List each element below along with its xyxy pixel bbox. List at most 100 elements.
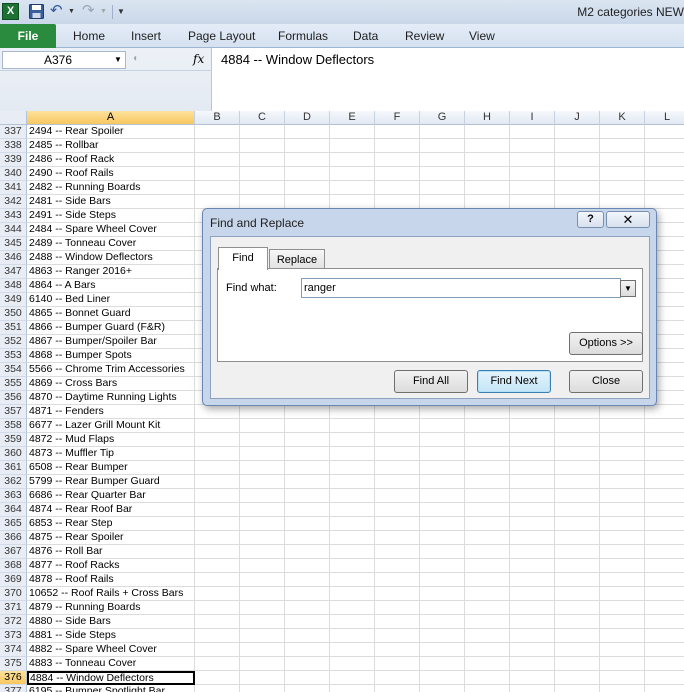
column-header-a[interactable]: A [27, 111, 195, 125]
row-header[interactable]: 341 [0, 181, 27, 195]
cell[interactable]: 4866 -- Bumper Guard (F&R) [27, 321, 195, 335]
cell[interactable]: 6853 -- Rear Step [27, 517, 195, 531]
cell[interactable]: 4865 -- Bonnet Guard [27, 307, 195, 321]
cell[interactable]: 2481 -- Side Bars [27, 195, 195, 209]
row-header[interactable]: 348 [0, 279, 27, 293]
column-header-f[interactable]: F [375, 111, 420, 125]
tab-page-layout[interactable]: Page Layout [188, 27, 255, 48]
row-header[interactable]: 350 [0, 307, 27, 321]
empty-cells[interactable] [195, 629, 684, 643]
empty-cells[interactable] [195, 461, 684, 475]
empty-cells[interactable] [195, 405, 684, 419]
cell[interactable]: 6508 -- Rear Bumper [27, 461, 195, 475]
row-header[interactable]: 374 [0, 643, 27, 657]
tab-data[interactable]: Data [353, 27, 378, 48]
row-header[interactable]: 354 [0, 363, 27, 377]
cell[interactable]: 5799 -- Rear Bumper Guard [27, 475, 195, 489]
row-header[interactable]: 361 [0, 461, 27, 475]
cell[interactable]: 4870 -- Daytime Running Lights [27, 391, 195, 405]
active-cell[interactable]: 4884 -- Window Deflectors [27, 671, 195, 685]
row-header[interactable]: 342 [0, 195, 27, 209]
row-header[interactable]: 355 [0, 377, 27, 391]
column-header-c[interactable]: C [240, 111, 285, 125]
tab-view[interactable]: View [469, 27, 495, 48]
cell[interactable]: 4883 -- Tonneau Cover [27, 657, 195, 671]
cell[interactable]: 5566 -- Chrome Trim Accessories [27, 363, 195, 377]
row-header[interactable]: 363 [0, 489, 27, 503]
name-box[interactable]: A376 [2, 51, 126, 69]
empty-cells[interactable] [195, 615, 684, 629]
empty-cells[interactable] [195, 475, 684, 489]
empty-cells[interactable] [195, 559, 684, 573]
row-header[interactable]: 344 [0, 223, 27, 237]
empty-cells[interactable] [195, 181, 684, 195]
empty-cells[interactable] [195, 671, 684, 685]
row-header[interactable]: 339 [0, 153, 27, 167]
row-header[interactable]: 360 [0, 447, 27, 461]
empty-cells[interactable] [195, 503, 684, 517]
tab-replace[interactable]: Replace [269, 249, 325, 269]
tab-review[interactable]: Review [405, 27, 444, 48]
row-header[interactable]: 375 [0, 657, 27, 671]
cell[interactable]: 2489 -- Tonneau Cover [27, 237, 195, 251]
tab-file[interactable]: File [0, 24, 56, 48]
row-header[interactable]: 376 [0, 671, 27, 685]
row-header[interactable]: 362 [0, 475, 27, 489]
column-header-l[interactable]: L [645, 111, 684, 125]
cell[interactable]: 6195 -- Bumper Spotlight Bar [27, 685, 195, 692]
cell[interactable]: 2486 -- Roof Rack [27, 153, 195, 167]
cell[interactable]: 4871 -- Fenders [27, 405, 195, 419]
cell[interactable]: 4878 -- Roof Rails [27, 573, 195, 587]
row-header[interactable]: 368 [0, 559, 27, 573]
cell[interactable]: 2494 -- Rear Spoiler [27, 125, 195, 139]
row-header[interactable]: 346 [0, 251, 27, 265]
options-button[interactable]: Options >> [569, 332, 643, 355]
empty-cells[interactable] [195, 545, 684, 559]
row-header[interactable]: 343 [0, 209, 27, 223]
empty-cells[interactable] [195, 517, 684, 531]
cell[interactable]: 4882 -- Spare Wheel Cover [27, 643, 195, 657]
column-header-i[interactable]: I [510, 111, 555, 125]
row-header[interactable]: 357 [0, 405, 27, 419]
empty-cells[interactable] [195, 195, 684, 209]
row-header[interactable]: 352 [0, 335, 27, 349]
row-header[interactable]: 356 [0, 391, 27, 405]
empty-cells[interactable] [195, 419, 684, 433]
redo-dropdown-icon[interactable]: ▼ [100, 3, 108, 20]
row-header[interactable]: 345 [0, 237, 27, 251]
cell[interactable]: 4876 -- Roll Bar [27, 545, 195, 559]
row-header[interactable]: 369 [0, 573, 27, 587]
empty-cells[interactable] [195, 601, 684, 615]
cell[interactable]: 6686 -- Rear Quarter Bar [27, 489, 195, 503]
close-button[interactable]: Close [569, 370, 643, 393]
cell[interactable]: 4868 -- Bumper Spots [27, 349, 195, 363]
find-all-button[interactable]: Find All [394, 370, 468, 393]
cell[interactable]: 2490 -- Roof Rails [27, 167, 195, 181]
resize-grip-icon[interactable]: ◖ [132, 53, 142, 67]
cell[interactable]: 4864 -- A Bars [27, 279, 195, 293]
row-header[interactable]: 349 [0, 293, 27, 307]
select-all-corner[interactable] [0, 111, 27, 125]
cell[interactable]: 6677 -- Lazer Grill Mount Kit [27, 419, 195, 433]
excel-app-icon[interactable]: X [2, 3, 19, 20]
row-header[interactable]: 364 [0, 503, 27, 517]
find-history-dropdown-icon[interactable]: ▼ [620, 280, 636, 297]
row-header[interactable]: 373 [0, 629, 27, 643]
empty-cells[interactable] [195, 531, 684, 545]
tab-insert[interactable]: Insert [131, 27, 161, 48]
row-header[interactable]: 371 [0, 601, 27, 615]
empty-cells[interactable] [195, 489, 684, 503]
column-header-k[interactable]: K [600, 111, 645, 125]
cell[interactable]: 4863 -- Ranger 2016+ [27, 265, 195, 279]
column-header-h[interactable]: H [465, 111, 510, 125]
empty-cells[interactable] [195, 643, 684, 657]
formula-input[interactable]: 4884 -- Window Deflectors [221, 52, 374, 67]
empty-cells[interactable] [195, 153, 684, 167]
column-header-d[interactable]: D [285, 111, 330, 125]
row-header[interactable]: 370 [0, 587, 27, 601]
row-header[interactable]: 347 [0, 265, 27, 279]
empty-cells[interactable] [195, 433, 684, 447]
row-header[interactable]: 372 [0, 615, 27, 629]
cell[interactable]: 4879 -- Running Boards [27, 601, 195, 615]
find-what-input[interactable]: ranger [301, 278, 621, 298]
